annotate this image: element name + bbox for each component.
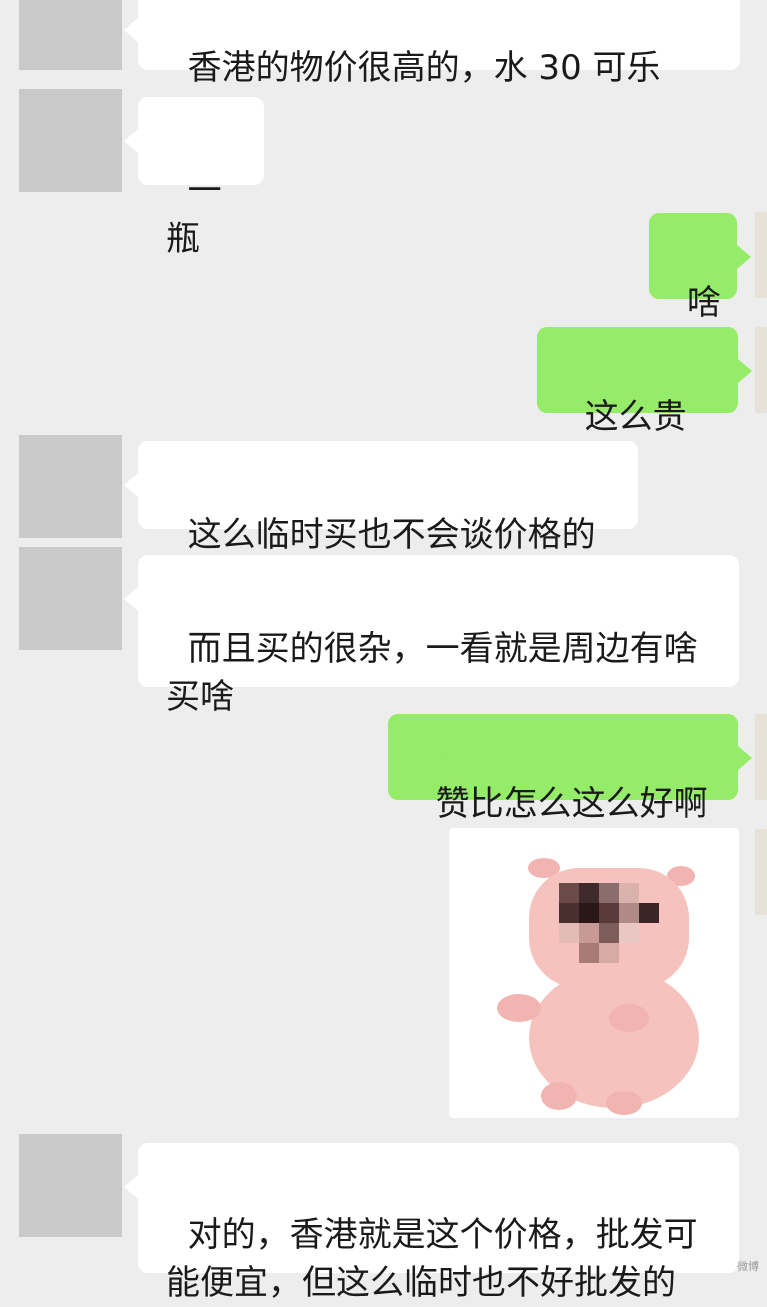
message-bubble[interactable]: 这么贵啊 bbox=[537, 327, 752, 485]
message-bubble[interactable]: 香港的物价很高的，水 30 可乐 50 bbox=[124, 0, 740, 136]
avatar[interactable] bbox=[755, 829, 767, 915]
avatar[interactable] bbox=[755, 327, 767, 413]
avatar[interactable] bbox=[19, 1134, 122, 1237]
message-text: 对的，香港就是这个价格，批发可 能便宜，但这么临时也不好批发的 bbox=[166, 1215, 698, 1303]
message-text: 一瓶 bbox=[166, 171, 222, 259]
message-bubble[interactable]: 而且买的很杂，一看就是周边有啥 买啥 bbox=[124, 555, 739, 717]
censor-blur bbox=[412, 744, 442, 772]
message-text: 而且买的很杂，一看就是周边有啥 买啥 bbox=[166, 629, 698, 717]
message-text: 这么临时买也不会谈价格的 bbox=[187, 515, 596, 555]
avatar[interactable] bbox=[19, 89, 122, 192]
message-text: 赞比怎么这么好啊 bbox=[435, 784, 708, 824]
message-bubble[interactable]: 这么临时买也不会谈价格的 bbox=[124, 441, 638, 555]
avatar[interactable] bbox=[755, 212, 767, 298]
message-bubble[interactable]: 对的，香港就是这个价格，批发可 能便宜，但这么临时也不好批发的 bbox=[124, 1143, 739, 1303]
pig-sticker-image bbox=[497, 858, 699, 1115]
avatar[interactable] bbox=[19, 435, 122, 538]
avatar[interactable] bbox=[19, 0, 122, 70]
message-bubble[interactable]: 赞比怎么这么好啊 bbox=[388, 714, 752, 824]
message-bubble[interactable]: 啥 bbox=[649, 213, 751, 323]
message-text: 啥 bbox=[686, 283, 721, 323]
avatar[interactable] bbox=[755, 714, 767, 800]
weibo-watermark: 微博 bbox=[737, 1260, 759, 1273]
pig-sticker[interactable] bbox=[449, 828, 739, 1118]
avatar[interactable] bbox=[19, 547, 122, 650]
message-bubble[interactable]: 一瓶 bbox=[124, 97, 264, 259]
